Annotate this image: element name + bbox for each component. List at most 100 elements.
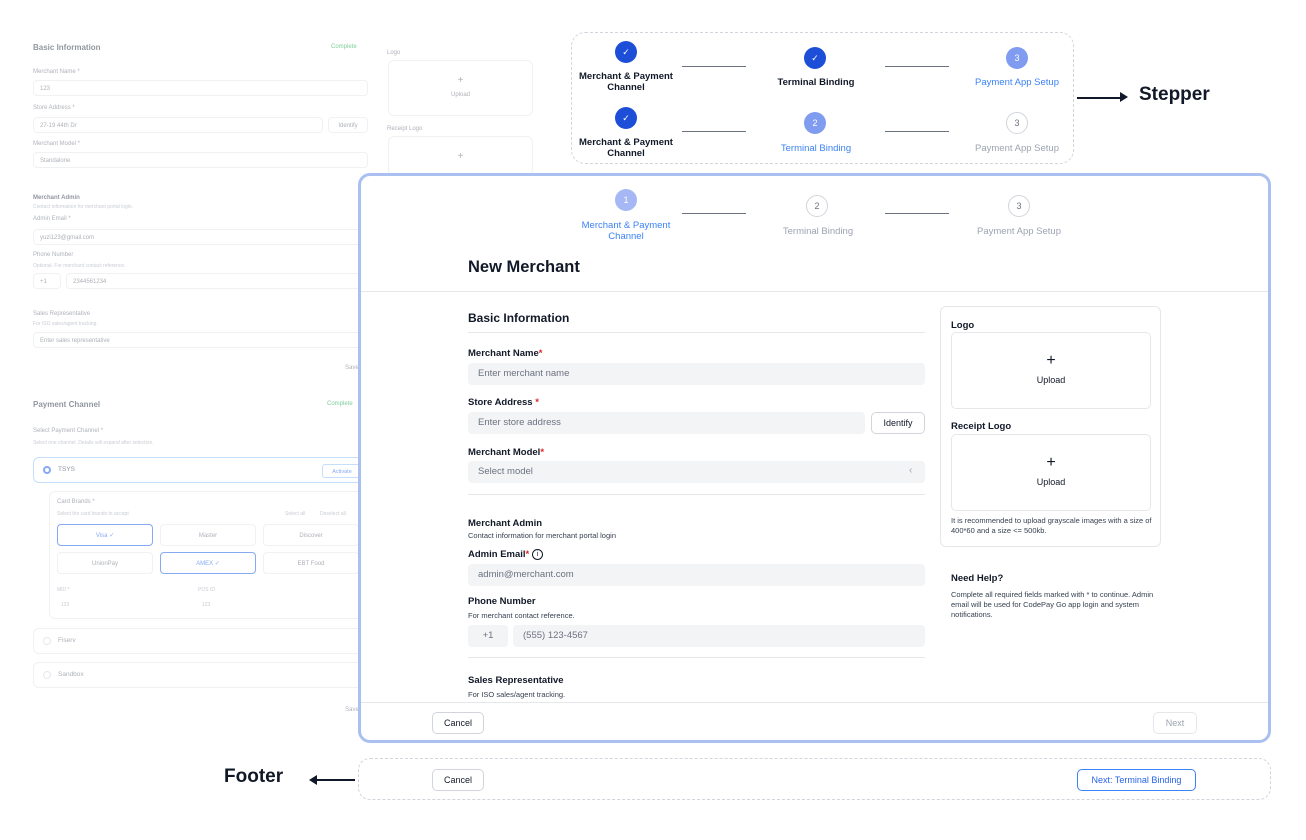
identify-button[interactable]: Identify	[871, 412, 925, 434]
phone-label: Phone Number	[468, 596, 536, 607]
upload-label: Upload	[1036, 375, 1066, 385]
bg-phone-input[interactable]: 2344561234	[66, 273, 363, 289]
plus-icon: +	[1046, 454, 1056, 471]
bg-radio-icon	[43, 466, 51, 474]
plus-icon: +	[1046, 352, 1056, 369]
step-label: Merchant & Payment Channel	[579, 71, 673, 93]
checkmark-icon: ✓	[615, 41, 637, 63]
next-button[interactable]: Next	[1153, 712, 1197, 734]
step-connector	[682, 213, 746, 214]
logo-label: Logo	[951, 320, 975, 331]
bg-select-all[interactable]: Select all	[285, 511, 305, 517]
bg-select-channel-sub: Select one channel. Details will expand …	[33, 440, 154, 446]
phone-country-code[interactable]: +1	[468, 625, 508, 647]
bg-unionpay-chip[interactable]: UnionPay	[57, 552, 153, 574]
bg-deselect-all[interactable]: Deselect all	[320, 511, 346, 517]
bg-tsys-option[interactable]: TSYS Activate	[33, 457, 363, 483]
admin-email-input[interactable]: admin@merchant.com	[468, 564, 925, 586]
bg-receipt-logo-upload[interactable]: +	[388, 136, 533, 176]
bg-logo-label: Logo	[387, 50, 401, 56]
arrow-right-icon	[1077, 97, 1123, 99]
step-connector	[885, 131, 949, 132]
bg-logo-upload[interactable]: + Upload	[388, 60, 533, 116]
bg-pos-value: 123	[202, 602, 211, 608]
bg-activate-button[interactable]: Activate	[322, 464, 362, 478]
bg-phone-code: +1	[33, 273, 61, 289]
phone-sub: For merchant contact reference.	[468, 611, 575, 620]
bg-store-address-input[interactable]: 27-19 44th Dr	[33, 117, 323, 133]
step-number: 3	[1006, 47, 1028, 69]
bg-phone-sub: Optional. For merchant contact reference…	[33, 263, 126, 269]
bg-plus-icon: +	[457, 75, 464, 86]
step-label: Terminal Binding	[777, 77, 855, 88]
chevron-left-icon: ‹	[909, 465, 913, 476]
upload-label: Upload	[1036, 477, 1066, 487]
step-label: Payment App Setup	[975, 143, 1059, 154]
page-title: New Merchant	[468, 258, 580, 276]
arrow-left-icon	[315, 779, 355, 781]
bg-mid-value: 123	[61, 602, 70, 608]
step-connector	[885, 66, 949, 67]
bg-merchant-name-input[interactable]: 123	[33, 80, 368, 96]
admin-email-label: Admin Email*	[468, 549, 530, 560]
section-divider	[468, 332, 925, 333]
bg-phone-label: Phone Number	[33, 252, 74, 258]
info-icon[interactable]: i	[532, 549, 543, 560]
cancel-button[interactable]: Cancel	[432, 712, 484, 734]
bg-identify-button[interactable]: Identify	[328, 117, 368, 133]
bg-discover-chip[interactable]: Discover	[263, 524, 359, 546]
bg-merchant-model-select[interactable]: Standalone	[33, 152, 368, 168]
bg-sales-input[interactable]: Enter sales representative	[33, 332, 363, 348]
new-merchant-modal: 1 Merchant & Payment Channel 2 Terminal …	[358, 173, 1271, 743]
logo-upload[interactable]: + Upload	[951, 332, 1151, 409]
bg-admin-email-label: Admin Email *	[33, 216, 71, 222]
phone-input[interactable]: (555) 123-4567	[513, 625, 925, 647]
bg-fiserv-label: Fiserv	[58, 637, 76, 644]
sales-section-title: Sales Representative	[468, 675, 564, 686]
step-number: 1	[615, 189, 637, 211]
bg-sales-title: Sales Representative	[33, 311, 91, 317]
bg-fiserv-option[interactable]: Fiserv	[33, 628, 363, 654]
bg-ebt-chip[interactable]: EBT Food	[263, 552, 359, 574]
bg-store-address-label: Store Address *	[33, 105, 75, 111]
step-label: Terminal Binding	[780, 143, 852, 154]
admin-section-title: Merchant Admin	[468, 518, 543, 529]
help-title: Need Help?	[951, 573, 1004, 584]
bg-amex-chip[interactable]: AMEX ✓	[160, 552, 256, 574]
section-divider	[468, 494, 925, 495]
arrowhead-icon	[1120, 92, 1128, 102]
footer-divider	[361, 702, 1268, 703]
merchant-model-label: Merchant Model*	[468, 447, 545, 458]
store-address-input[interactable]: Enter store address	[468, 412, 865, 434]
bg-select-channel-label: Select Payment Channel *	[33, 428, 104, 434]
bg-radio-icon-2	[43, 637, 51, 645]
bg-basic-title: Basic Information	[33, 43, 101, 52]
next-terminal-binding-button[interactable]: Next: Terminal Binding	[1077, 769, 1196, 791]
step-connector	[885, 213, 949, 214]
bg-sales-sub: For ISO sales/agent tracking.	[33, 321, 98, 327]
bg-basic-status: Complete	[331, 44, 357, 50]
bg-merchant-model-label: Merchant Model *	[33, 141, 81, 147]
upload-hint: It is recommended to upload grayscale im…	[951, 516, 1152, 535]
step-number: 2	[804, 112, 826, 134]
section-divider	[468, 657, 925, 658]
step-number: 3	[1008, 195, 1030, 217]
checkmark-icon: ✓	[615, 107, 637, 129]
merchant-name-input[interactable]: Enter merchant name	[468, 363, 925, 385]
stepper-annotation: Stepper	[1139, 84, 1210, 105]
bg-receipt-logo-label: Receipt Logo	[387, 126, 423, 132]
bg-admin-email-input[interactable]: yuzi123@gmail.com	[33, 229, 363, 245]
step-number: 3	[1006, 112, 1028, 134]
merchant-model-select[interactable]: Select model	[468, 461, 925, 483]
footer-annotation: Footer	[224, 766, 284, 787]
step-label: Merchant & Payment Channel	[579, 137, 673, 159]
bg-visa-chip[interactable]: Visa ✓	[57, 524, 153, 546]
header-divider	[361, 291, 1268, 292]
bg-sandbox-option[interactable]: Sandbox	[33, 662, 363, 688]
bg-radio-icon-3	[43, 671, 51, 679]
step-label: Merchant & Payment Channel	[581, 220, 671, 242]
step-label: Payment App Setup	[977, 226, 1061, 237]
receipt-logo-upload[interactable]: + Upload	[951, 434, 1151, 511]
bg-master-chip[interactable]: Master	[160, 524, 256, 546]
cancel-button[interactable]: Cancel	[432, 769, 484, 791]
